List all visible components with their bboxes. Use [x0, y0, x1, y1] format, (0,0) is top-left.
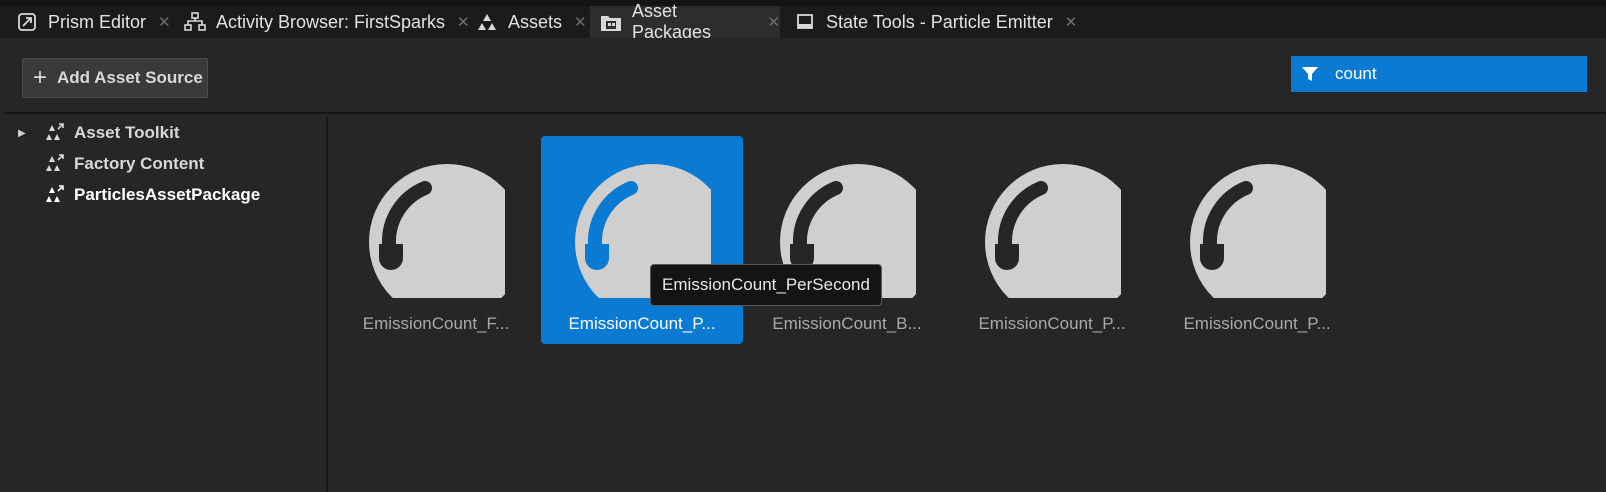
asset-package-icon — [46, 185, 64, 202]
prism-editor-icon — [16, 11, 38, 33]
tree-item-label: Factory Content — [74, 154, 205, 173]
filter-icon — [1302, 67, 1318, 81]
tab-prism-editor[interactable]: Prism Editor ✕ — [16, 6, 171, 38]
tree-item-particles-asset-package[interactable]: ▶ ParticlesAssetPackage — [4, 180, 260, 210]
asset-tile[interactable]: EmissionCount_P... — [1156, 136, 1358, 344]
tab-label: Activity Browser: FirstSparks — [216, 11, 446, 32]
tab-state-tools[interactable]: State Tools - Particle Emitter ✕ — [794, 6, 1077, 38]
tab-bar: Prism Editor ✕ Activity Browser: FirstSp… — [0, 0, 1606, 42]
plus-icon: + — [33, 64, 48, 91]
tree-item-factory-content[interactable]: ▶ Factory Content — [4, 149, 204, 179]
asset-grid: EmissionCount_F... EmissionCount_P... Em… — [330, 116, 1606, 492]
tree-item-label: ParticlesAssetPackage — [74, 185, 261, 204]
asset-label: EmissionCount_P... — [568, 314, 716, 333]
close-icon[interactable]: ✕ — [457, 13, 470, 31]
tab-activity-browser[interactable]: Activity Browser: FirstSparks ✕ — [184, 6, 470, 38]
asset-label: EmissionCount_P... — [978, 314, 1126, 333]
asset-packages-icon — [600, 11, 622, 33]
gauge-icon — [1188, 162, 1326, 298]
asset-label: EmissionCount_P... — [1183, 314, 1331, 333]
state-tools-icon — [794, 11, 816, 33]
close-icon[interactable]: ✕ — [767, 13, 780, 31]
tree-item-asset-toolkit[interactable]: ▶ Asset Toolkit — [4, 118, 179, 148]
tab-label: Prism Editor — [48, 11, 147, 32]
gauge-icon — [983, 162, 1121, 298]
activity-browser-icon — [184, 11, 206, 33]
close-icon[interactable]: ✕ — [158, 13, 171, 31]
asset-tile[interactable]: EmissionCount_B... — [746, 136, 948, 344]
asset-tooltip: EmissionCount_PerSecond — [650, 264, 882, 306]
tree-item-label: Asset Toolkit — [74, 123, 180, 142]
expand-arrow-icon[interactable]: ▶ — [18, 128, 32, 139]
asset-label: EmissionCount_B... — [772, 314, 922, 333]
add-asset-source-button[interactable]: + Add Asset Source — [22, 58, 208, 98]
asset-package-icon — [46, 154, 64, 171]
tab-label: State Tools - Particle Emitter — [826, 11, 1053, 32]
asset-tile[interactable]: EmissionCount_P... — [951, 136, 1153, 344]
gauge-icon — [367, 162, 505, 298]
close-icon[interactable]: ✕ — [1065, 13, 1078, 31]
asset-package-icon — [46, 123, 64, 140]
tab-assets[interactable]: Assets ✕ — [476, 6, 587, 38]
asset-label: EmissionCount_F... — [362, 314, 510, 333]
search-input[interactable] — [1335, 64, 1575, 84]
asset-source-tree: ▶ Asset Toolkit ▶ Factory Content ▶ Part… — [4, 116, 328, 492]
search-field[interactable] — [1291, 56, 1587, 92]
asset-tile[interactable]: EmissionCount_F... — [335, 136, 537, 344]
add-asset-source-label: Add Asset Source — [57, 68, 203, 87]
tab-asset-packages[interactable]: Asset Packages ✕ — [590, 1, 780, 42]
tab-label: Asset Packages — [632, 1, 712, 42]
close-icon[interactable]: ✕ — [574, 13, 587, 31]
asset-tile-selected[interactable]: EmissionCount_P... — [541, 136, 743, 344]
tab-label: Assets — [508, 11, 563, 32]
assets-icon — [476, 11, 498, 33]
toolbar: + Add Asset Source — [4, 38, 1606, 114]
